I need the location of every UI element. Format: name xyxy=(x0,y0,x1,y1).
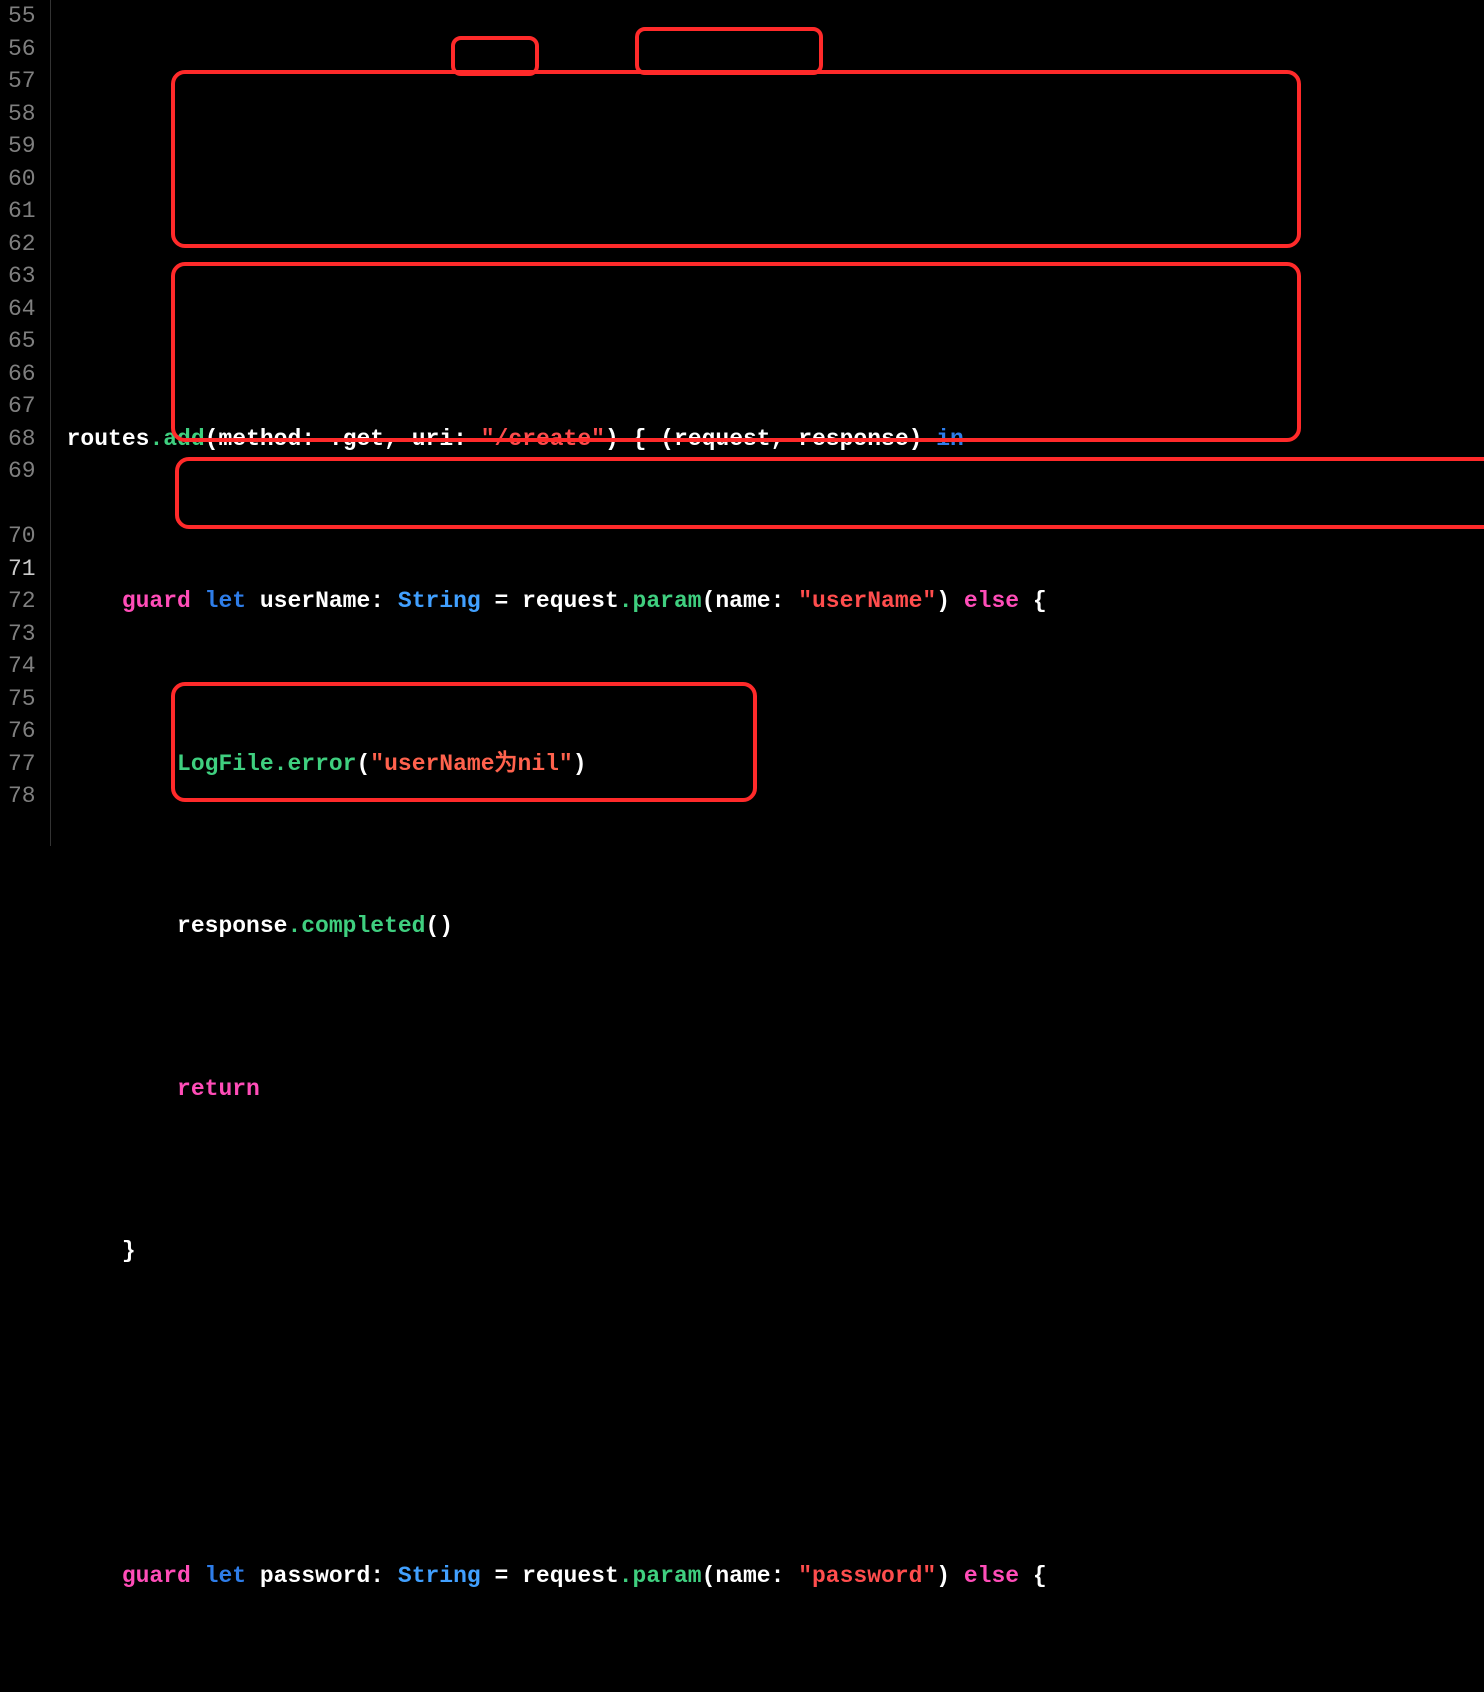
line-number: 73 xyxy=(8,618,36,651)
token: password: xyxy=(246,1563,398,1589)
token: .get xyxy=(329,426,384,452)
token: , uri: xyxy=(384,426,481,452)
box-guard-user xyxy=(171,70,1301,248)
token: userName: xyxy=(246,588,398,614)
code-editor: 55 56 57 58 59 60 61 62 63 64 65 66 67 6… xyxy=(0,0,1484,846)
line-number: 61 xyxy=(8,195,36,228)
token: ) xyxy=(936,1563,964,1589)
token-string: "/create" xyxy=(481,426,605,452)
token: .completed xyxy=(287,913,425,939)
token-keyword: let xyxy=(191,588,246,614)
token-keyword: in xyxy=(936,426,964,452)
line-number: 59 xyxy=(8,130,36,163)
token: ( xyxy=(356,751,370,777)
box-create xyxy=(635,27,823,75)
line-number: 74 xyxy=(8,650,36,683)
line-number: 55 xyxy=(8,0,36,33)
line-number: 78 xyxy=(8,780,36,813)
code-line[interactable]: return xyxy=(67,1073,1171,1106)
code-line[interactable]: guard let userName: String = request.par… xyxy=(67,585,1171,618)
token-keyword: guard xyxy=(122,1563,191,1589)
code-line[interactable]: routes.add(method: .get, uri: "/create")… xyxy=(67,423,1171,456)
line-number-gutter: 55 56 57 58 59 60 61 62 63 64 65 66 67 6… xyxy=(0,0,51,846)
token-keyword: let xyxy=(191,1563,246,1589)
token: ) { (request, response) xyxy=(605,426,936,452)
token: = request xyxy=(481,588,619,614)
token-type: String xyxy=(398,588,481,614)
line-number-wrap xyxy=(8,488,36,521)
token-keyword: else xyxy=(964,1563,1019,1589)
token: () xyxy=(425,913,453,939)
token: routes xyxy=(67,426,150,452)
token: (name: xyxy=(702,588,799,614)
token-keyword: else xyxy=(964,588,1019,614)
line-number: 64 xyxy=(8,293,36,326)
token: .add xyxy=(149,426,204,452)
line-number: 57 xyxy=(8,65,36,98)
line-number-current: 71 xyxy=(8,553,36,586)
line-number: 69 xyxy=(8,455,36,488)
line-number: 76 xyxy=(8,715,36,748)
line-number: 67 xyxy=(8,390,36,423)
code-area[interactable]: routes.add(method: .get, uri: "/create")… xyxy=(51,0,1171,846)
token-string: "userName" xyxy=(798,588,936,614)
box-log-resp xyxy=(171,682,757,802)
token: { xyxy=(1019,1563,1047,1589)
code-line[interactable] xyxy=(67,1398,1171,1431)
line-number: 63 xyxy=(8,260,36,293)
token-keyword: return xyxy=(177,1076,260,1102)
line-number: 66 xyxy=(8,358,36,391)
line-number: 62 xyxy=(8,228,36,261)
code-line[interactable] xyxy=(67,260,1171,293)
line-number: 60 xyxy=(8,163,36,196)
token: LogFile xyxy=(177,751,274,777)
code-line[interactable]: LogFile.error("userName为nil") xyxy=(67,748,1171,781)
token: ) xyxy=(573,751,587,777)
token: (name: xyxy=(702,1563,799,1589)
code-line[interactable]: guard let password: String = request.par… xyxy=(67,1560,1171,1593)
token: = request xyxy=(481,1563,619,1589)
line-number: 68 xyxy=(8,423,36,456)
token: } xyxy=(122,1238,136,1264)
token: .error xyxy=(274,751,357,777)
code-line[interactable]: response.completed() xyxy=(67,910,1171,943)
token: { xyxy=(1019,588,1047,614)
line-number: 77 xyxy=(8,748,36,781)
token-string: "userName为nil" xyxy=(370,751,572,777)
token-string: "password" xyxy=(798,1563,936,1589)
token: .param xyxy=(619,588,702,614)
token: .param xyxy=(619,1563,702,1589)
line-number: 70 xyxy=(8,520,36,553)
box-guard-json xyxy=(175,457,1484,529)
line-number: 58 xyxy=(8,98,36,131)
line-number: 72 xyxy=(8,585,36,618)
token: (method: xyxy=(205,426,329,452)
box-get xyxy=(451,36,539,76)
token-keyword: guard xyxy=(122,588,191,614)
line-number: 56 xyxy=(8,33,36,66)
code-line[interactable]: } xyxy=(67,1235,1171,1268)
line-number: 65 xyxy=(8,325,36,358)
line-number: 75 xyxy=(8,683,36,716)
token: response xyxy=(177,913,287,939)
token-type: String xyxy=(398,1563,481,1589)
token: ) xyxy=(936,588,964,614)
